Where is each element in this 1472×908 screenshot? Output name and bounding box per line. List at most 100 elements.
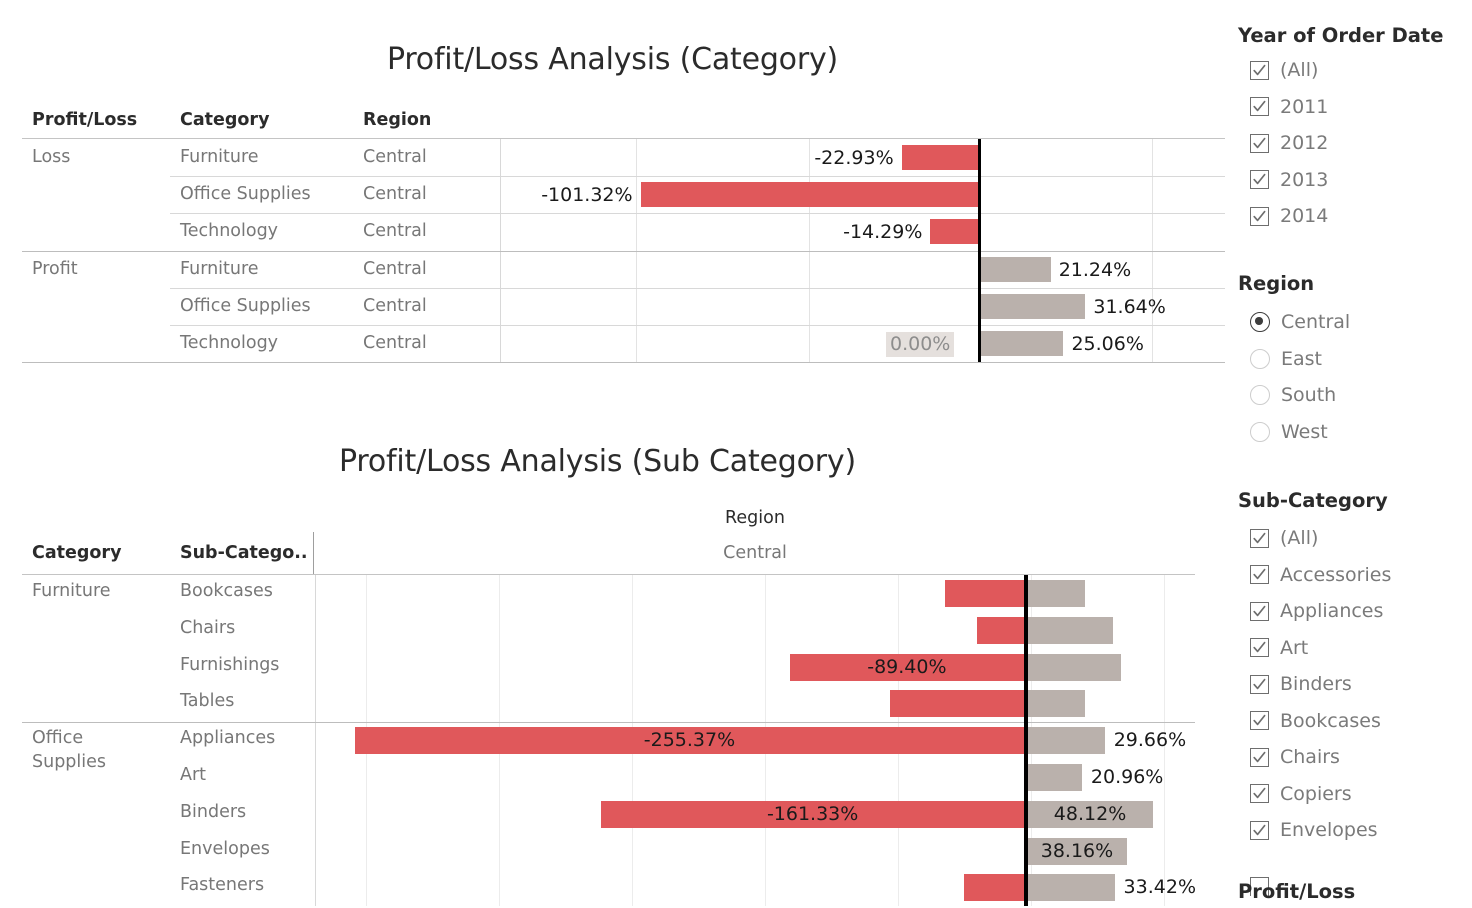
chart2-cell-subcategory: Tables: [180, 691, 235, 712]
chart1-cell-category: Furniture: [180, 258, 259, 279]
region-filter-item[interactable]: South: [1238, 377, 1472, 414]
checkbox-icon[interactable]: [1250, 528, 1269, 548]
checkbox-icon[interactable]: [1250, 170, 1269, 190]
radio-selected-icon[interactable]: [1250, 312, 1270, 333]
region-filter-label: East: [1281, 347, 1322, 370]
chart2-table-row[interactable]: Furniture Bookcases: [0, 575, 1195, 612]
chart2-table-row[interactable]: Fasteners: [0, 869, 1195, 906]
region-filter-label: South: [1281, 384, 1337, 407]
region-filter-item[interactable]: Central: [1238, 304, 1472, 341]
chart2-table-row[interactable]: Envelopes: [0, 833, 1195, 870]
radio-unselected-icon[interactable]: [1250, 348, 1270, 369]
chart1-table-row[interactable]: Technology Central: [0, 213, 1225, 250]
chart2-region-header: Region: [725, 508, 785, 528]
checkbox-icon[interactable]: [1250, 711, 1269, 731]
chart1-table-row[interactable]: Loss Furniture Central: [0, 139, 1225, 176]
chart1-row-separator: [170, 325, 1225, 326]
chart2-cell-subcategory: Chairs: [180, 617, 236, 638]
subcategory-filter-item[interactable]: (All): [1238, 520, 1472, 557]
chart2-profit-value-label: 29.66%: [1113, 729, 1187, 752]
chart1-table-row[interactable]: Technology Central: [0, 325, 1225, 362]
year-filter-label: 2011: [1280, 95, 1329, 118]
chart2-title: Profit/Loss Analysis (Sub Category): [339, 444, 856, 479]
chart1-table-row[interactable]: Office Supplies Central: [0, 176, 1225, 213]
chart2-col-header-subcategory[interactable]: Sub-Catego..: [180, 543, 308, 563]
checkbox-icon[interactable]: [1250, 97, 1269, 117]
chart2-cell-subcategory: Appliances: [180, 728, 276, 749]
checkbox-icon[interactable]: [1250, 638, 1269, 658]
subcategory-filter-item[interactable]: Bookcases: [1238, 703, 1472, 740]
chart2-profit-value-label: 38.16%: [1040, 839, 1114, 862]
year-filter-item[interactable]: 2012: [1238, 125, 1472, 162]
subcategory-filter-list[interactable]: (All) Accessories Appliances Art Binders Book…: [1238, 520, 1472, 849]
chart1-body: -22.93% -101.32% -14.29% 21.24% 31.64% 0.00% 2…: [0, 139, 1225, 364]
chart1-zero-reference-line: [978, 139, 981, 362]
subcategory-filter-item[interactable]: Binders: [1238, 666, 1472, 703]
chart1-col-header-region[interactable]: Region: [363, 110, 431, 130]
year-filter-item[interactable]: 2011: [1238, 89, 1472, 126]
subcategory-filter-label: Accessories: [1280, 563, 1392, 586]
chart2-cell-subcategory: Binders: [180, 801, 247, 822]
chart1-cell-category: Office Supplies: [180, 295, 311, 316]
year-filter-title: Year of Order Date: [1238, 24, 1444, 47]
radio-unselected-icon[interactable]: [1250, 421, 1270, 442]
chart2-table-row[interactable]: Tables: [0, 685, 1195, 722]
checkbox-icon[interactable]: [1250, 206, 1269, 226]
subcategory-filter-item[interactable]: Appliances: [1238, 593, 1472, 630]
checkbox-icon[interactable]: [1250, 674, 1269, 694]
chart2-table-row[interactable]: Art: [0, 759, 1195, 796]
chart2-header-row: Category Sub-Catego..: [0, 543, 1195, 571]
subcategory-filter-label: Bookcases: [1280, 709, 1381, 732]
chart1-row-separator: [170, 176, 1225, 178]
checkbox-icon[interactable]: [1250, 601, 1269, 621]
region-filter-item[interactable]: West: [1238, 414, 1472, 451]
checkbox-icon[interactable]: [1250, 60, 1269, 80]
checkbox-icon[interactable]: [1250, 820, 1269, 840]
chart1-col-header-profitloss[interactable]: Profit/Loss: [32, 110, 137, 130]
chart2-cell-subcategory: Art: [180, 765, 207, 785]
region-filter-list[interactable]: Central East South West: [1238, 304, 1472, 450]
subcategory-filter-label: Copiers: [1280, 782, 1352, 805]
chart1-table-row[interactable]: Office Supplies Central: [0, 288, 1225, 325]
chart1-cell-region: Central: [363, 295, 427, 316]
subcategory-filter-item[interactable]: Accessories: [1238, 557, 1472, 594]
chart2-cell-subcategory: Fasteners: [180, 875, 265, 896]
region-filter-label: West: [1281, 420, 1328, 443]
chart2-profit-value-label: 20.96%: [1090, 766, 1164, 788]
region-filter-label: Central: [1281, 311, 1351, 334]
chart1-cell-region: Central: [363, 258, 427, 279]
subcategory-filter-label: Appliances: [1280, 600, 1384, 623]
year-filter-list[interactable]: (All) 2011 2012 2013 2014: [1238, 52, 1472, 235]
checkbox-icon[interactable]: [1250, 784, 1269, 804]
subcategory-filter-title: Sub-Category: [1238, 489, 1388, 512]
radio-unselected-icon[interactable]: [1250, 385, 1270, 406]
chart2-loss-value-label: -89.40%: [867, 655, 947, 678]
chart1-cell-category: Technology: [180, 333, 279, 353]
year-filter-item[interactable]: (All): [1238, 52, 1472, 89]
year-filter-label: 2014: [1280, 205, 1329, 228]
chart1-cell-profitloss: Profit: [32, 258, 78, 279]
checkbox-icon[interactable]: [1250, 133, 1269, 153]
checkbox-icon[interactable]: [1250, 747, 1269, 767]
subcategory-filter-item[interactable]: Copiers: [1238, 776, 1472, 813]
subcategory-filter-item[interactable]: Art: [1238, 630, 1472, 667]
chart1-table-row[interactable]: Profit Furniture Central: [0, 251, 1225, 288]
subcategory-filter-item[interactable]: Envelopes: [1238, 812, 1472, 849]
checkbox-icon[interactable]: [1250, 565, 1269, 585]
region-filter-item[interactable]: East: [1238, 341, 1472, 378]
year-filter-item[interactable]: 2014: [1238, 198, 1472, 235]
subcategory-filter-item[interactable]: Chairs: [1238, 739, 1472, 776]
chart1-header-row: Profit/Loss Category Region: [0, 110, 1225, 136]
chart2-cell-subcategory: Furnishings: [180, 654, 280, 675]
chart1-cell-region: Central: [363, 184, 427, 205]
chart1-cell-category: Technology: [180, 221, 279, 242]
chart2-col-header-category[interactable]: Category: [32, 543, 121, 563]
subcategory-filter-label: Chairs: [1280, 746, 1340, 769]
year-filter-item[interactable]: 2013: [1238, 162, 1472, 199]
chart1-col-header-category[interactable]: Category: [180, 110, 269, 130]
chart2-cell-subcategory: Bookcases: [180, 581, 273, 601]
chart2-table-row[interactable]: Chairs: [0, 612, 1195, 649]
chart2-profit-value-label: 48.12%: [1053, 802, 1127, 825]
chart2-header-divider: [313, 532, 314, 574]
chart1-cell-category: Furniture: [180, 147, 259, 167]
